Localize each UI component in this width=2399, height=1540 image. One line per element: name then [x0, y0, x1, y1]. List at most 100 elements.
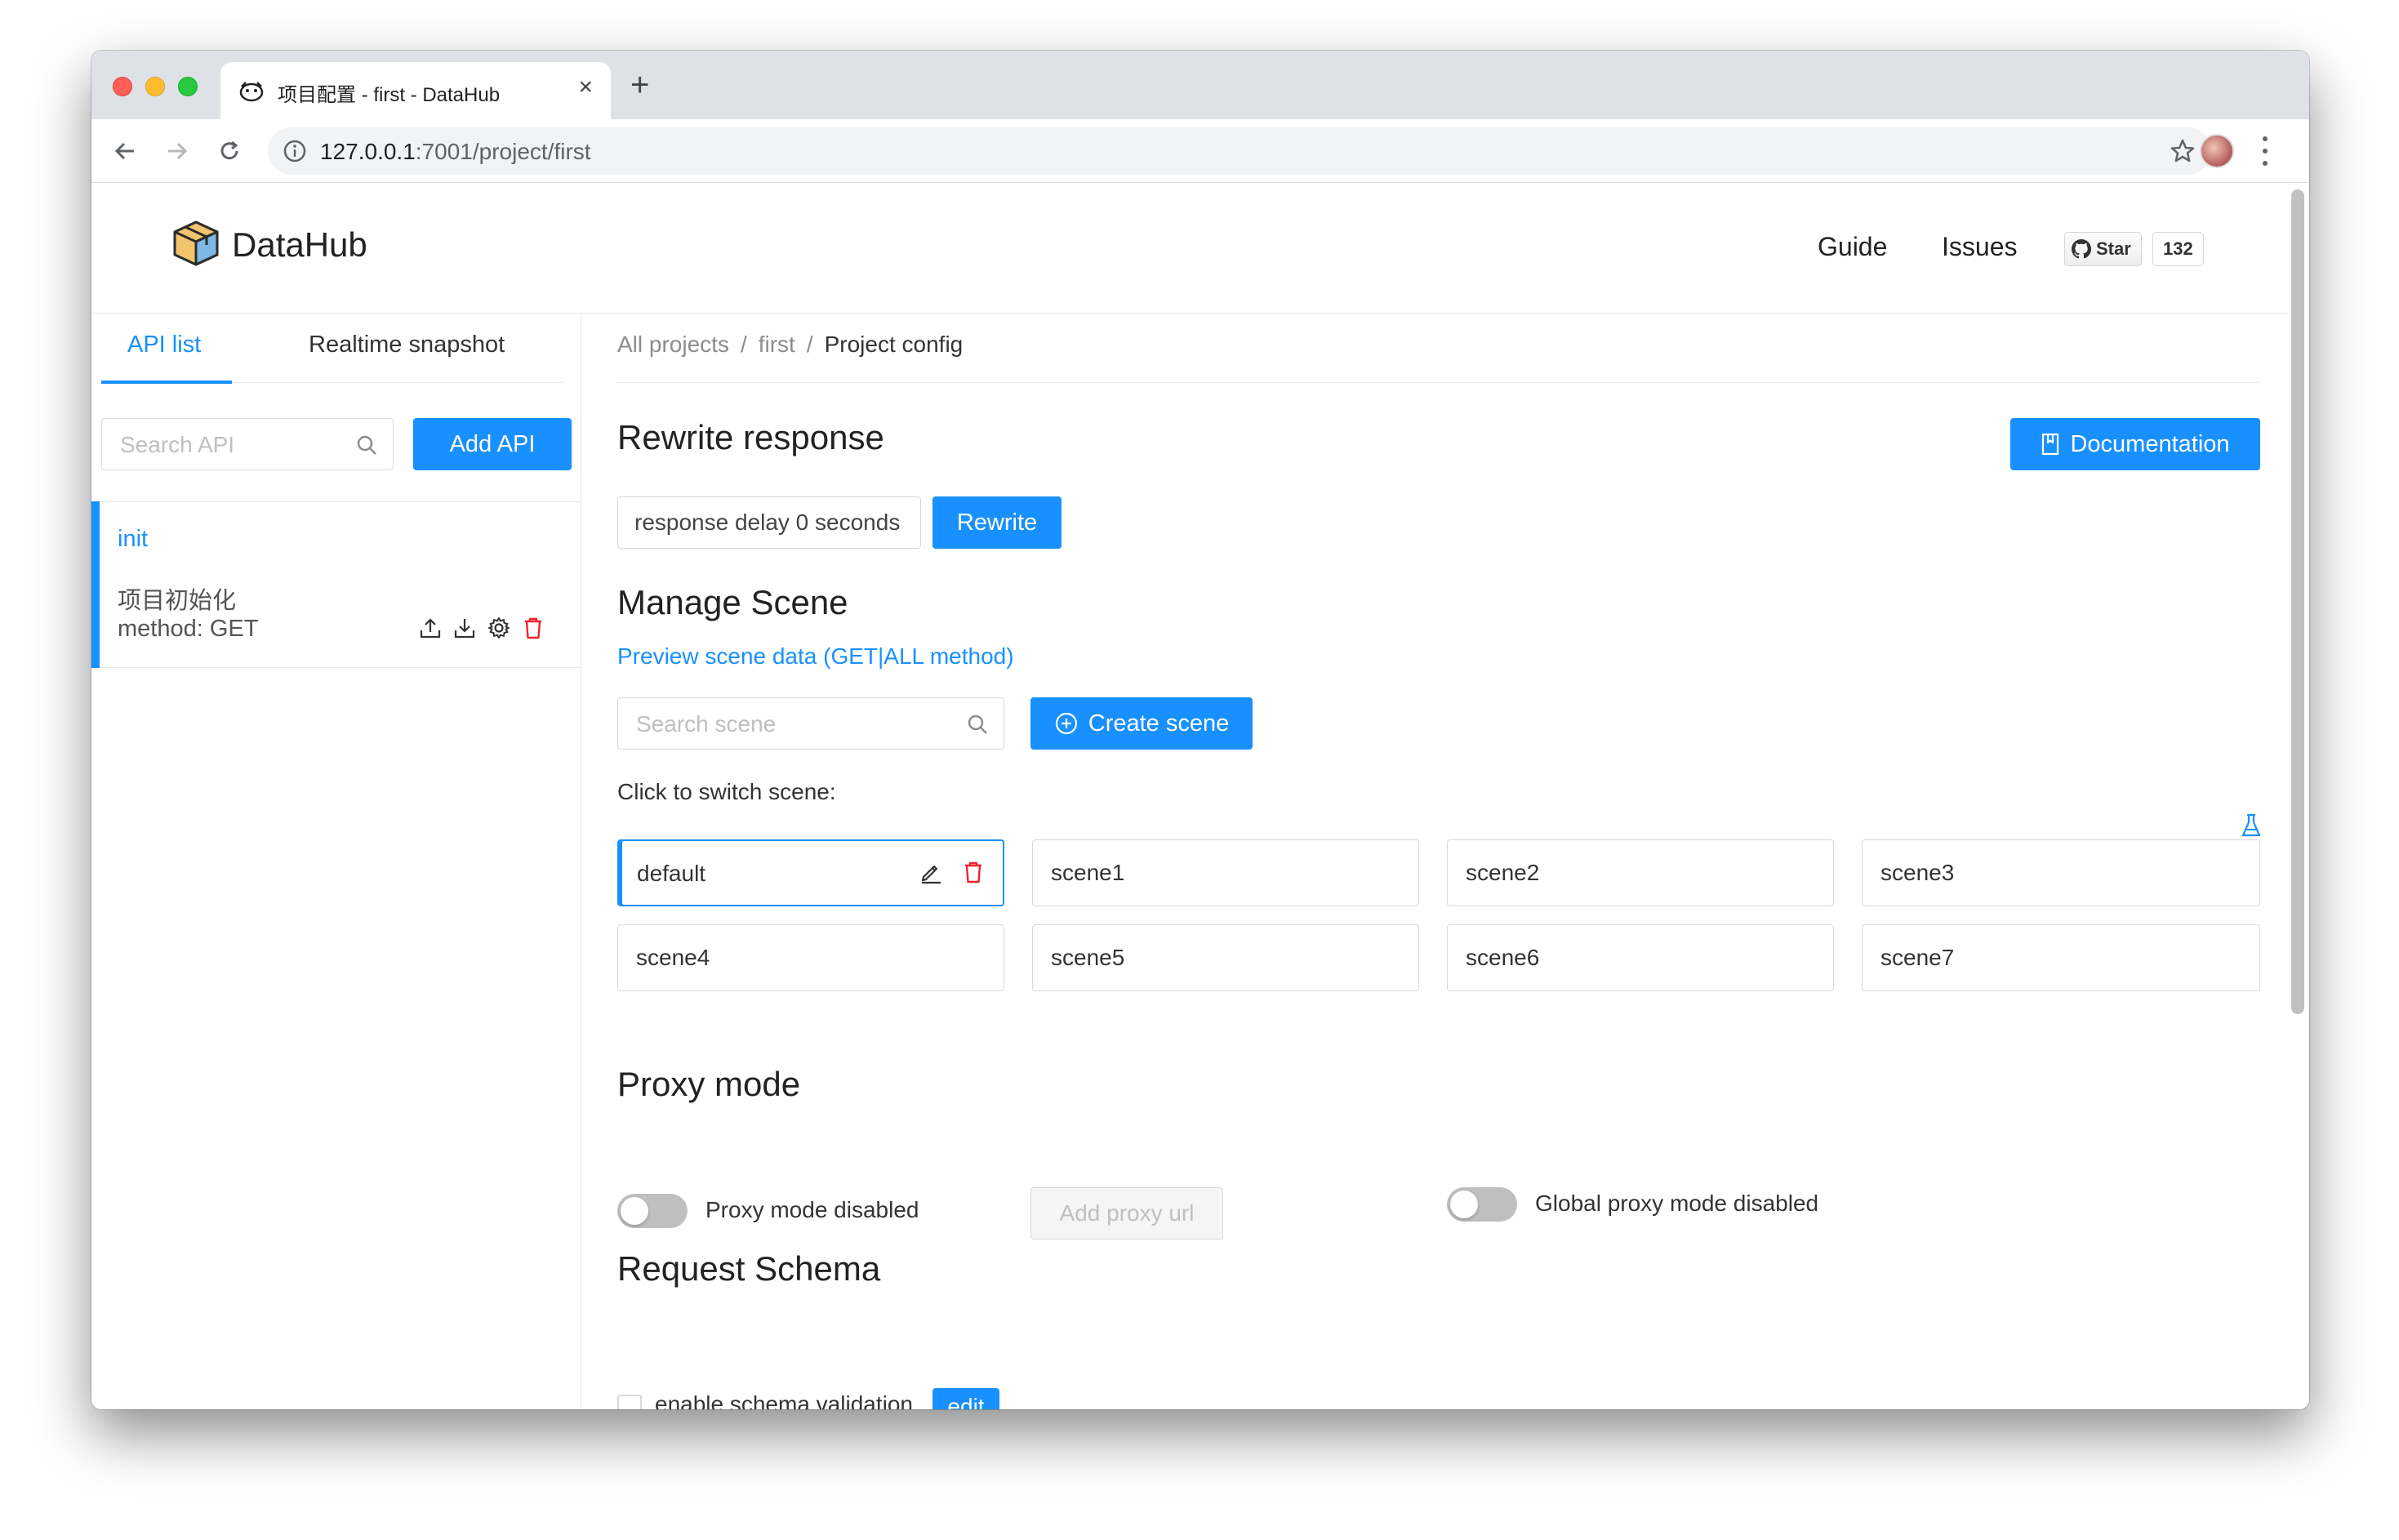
scene-card[interactable]: scene3: [1862, 839, 2260, 906]
add-proxy-url-button[interactable]: Add proxy url: [1030, 1187, 1223, 1240]
edit-pencil-icon[interactable]: [918, 859, 944, 885]
scene-name: scene3: [1880, 860, 1955, 885]
logo-text[interactable]: DataHub: [232, 225, 367, 265]
browser-tab-active[interactable]: 项目配置 - first - DataHub ×: [220, 62, 611, 119]
breadcrumb: All projects / first / Project config: [617, 332, 963, 358]
download-icon[interactable]: [451, 614, 478, 642]
flask-experiment-icon[interactable]: [2241, 813, 2262, 838]
scene-name: scene5: [1051, 945, 1125, 970]
search-scene-input[interactable]: Search scene: [617, 697, 1004, 750]
scene-card[interactable]: scene6: [1447, 924, 1834, 991]
api-actions: [416, 614, 547, 642]
scene-name: scene7: [1880, 945, 1955, 970]
browser-toolbar: 127.0.0.1:7001/project/first: [91, 119, 2309, 183]
address-bar[interactable]: 127.0.0.1:7001/project/first: [268, 127, 2211, 175]
tab-api-list[interactable]: API list: [127, 332, 201, 358]
api-method: method: GET: [118, 616, 259, 642]
page-content: DataHub Guide Issues Star 132 API list R…: [91, 183, 2309, 1409]
scene-card-default[interactable]: default: [617, 839, 1004, 906]
tab-title: 项目配置 - first - DataHub: [278, 84, 501, 106]
breadcrumb-separator: /: [740, 332, 747, 357]
delete-trash-icon[interactable]: [960, 859, 986, 885]
settings-gear-icon[interactable]: [485, 614, 513, 642]
global-proxy-toggle[interactable]: [1447, 1187, 1517, 1222]
scene-name: scene1: [1051, 860, 1125, 885]
tab-realtime-snapshot[interactable]: Realtime snapshot: [309, 332, 505, 358]
create-scene-label: Create scene: [1088, 710, 1230, 737]
plus-circle-icon: [1055, 712, 1077, 735]
documentation-label: Documentation: [2070, 430, 2230, 457]
breadcrumb-project[interactable]: first: [759, 332, 795, 357]
scene-card[interactable]: scene4: [617, 924, 1004, 991]
datahub-favicon-icon: [238, 78, 265, 105]
scene-name: scene6: [1466, 945, 1540, 970]
tab-close-icon[interactable]: ×: [578, 73, 593, 101]
preview-scene-link[interactable]: Preview scene data (GET|ALL method): [617, 643, 1014, 670]
maximize-window-button[interactable]: [178, 77, 198, 96]
search-icon[interactable]: [966, 713, 989, 736]
browser-menu-icon[interactable]: [2257, 132, 2273, 170]
scene-card[interactable]: scene2: [1447, 839, 1834, 906]
proxy-mode-label: Proxy mode disabled: [705, 1197, 919, 1222]
search-icon[interactable]: [355, 434, 378, 456]
scene-card[interactable]: scene5: [1032, 924, 1419, 991]
edit-schema-button[interactable]: edit: [932, 1388, 999, 1409]
manage-scene-title: Manage Scene: [617, 583, 848, 621]
site-info-icon[interactable]: [283, 139, 307, 163]
site-header: DataHub Guide Issues Star 132: [91, 183, 2288, 314]
browser-window: 项目配置 - first - DataHub × + 127.0.0.1:700…: [91, 51, 2309, 1409]
schema-validation-checkbox[interactable]: [617, 1395, 642, 1409]
nav-issues-link[interactable]: Issues: [1942, 232, 2017, 262]
back-arrow-icon[interactable]: [108, 134, 142, 168]
page-scrollbar[interactable]: [2291, 189, 2304, 1014]
proxy-mode-toggle[interactable]: [617, 1194, 688, 1228]
search-api-placeholder: Search API: [120, 432, 235, 457]
github-star-count[interactable]: 132: [2152, 232, 2204, 266]
github-icon: [2072, 239, 2091, 259]
github-star-label: Star: [2096, 238, 2131, 259]
nav-guide-link[interactable]: Guide: [1818, 232, 1887, 262]
documentation-button[interactable]: Documentation: [2010, 418, 2260, 470]
api-list-item[interactable]: init 项目初始化 method: GET: [91, 501, 581, 668]
scene-actions: [918, 859, 986, 885]
active-tab-indicator: [101, 381, 232, 384]
box-logo-icon[interactable]: [170, 217, 222, 269]
project-config-main: All projects / first / Project config Rewrit…: [617, 314, 2262, 1409]
api-path[interactable]: init: [118, 526, 148, 553]
request-schema-title: Request Schema: [617, 1249, 881, 1288]
delete-trash-icon[interactable]: [519, 614, 547, 642]
url-text: 127.0.0.1:7001/project/first: [320, 139, 591, 164]
scene-name: scene2: [1466, 860, 1540, 885]
selected-item-bar: [91, 501, 100, 668]
scene-card[interactable]: scene1: [1032, 839, 1419, 906]
rewrite-button[interactable]: Rewrite: [932, 496, 1062, 549]
scene-card[interactable]: scene7: [1862, 924, 2260, 991]
search-api-input[interactable]: Search API: [101, 418, 394, 470]
response-delay-input[interactable]: response delay 0 seconds: [617, 496, 921, 549]
minimize-window-button[interactable]: [145, 77, 165, 96]
switch-scene-hint: Click to switch scene:: [617, 779, 836, 804]
breadcrumb-separator: /: [806, 332, 813, 357]
book-icon: [2042, 433, 2059, 456]
schema-validation-label[interactable]: enable schema validation: [655, 1391, 913, 1409]
add-api-button[interactable]: Add API: [413, 418, 572, 470]
forward-arrow-icon[interactable]: [160, 134, 194, 168]
breadcrumb-current: Project config: [824, 332, 964, 357]
close-window-button[interactable]: [113, 77, 132, 96]
browser-tab-bar: 项目配置 - first - DataHub × +: [91, 51, 2309, 119]
rewrite-response-title: Rewrite response: [617, 418, 884, 456]
reload-icon[interactable]: [212, 134, 247, 168]
global-proxy-label: Global proxy mode disabled: [1535, 1191, 1819, 1216]
github-star-button[interactable]: Star: [2064, 232, 2142, 266]
api-description: 项目初始化: [118, 588, 237, 614]
breadcrumb-all-projects[interactable]: All projects: [617, 332, 729, 357]
upload-icon[interactable]: [416, 614, 444, 642]
scene-name: scene4: [636, 945, 710, 970]
bookmark-star-icon[interactable]: [2169, 137, 2196, 165]
create-scene-button[interactable]: Create scene: [1030, 697, 1253, 750]
scene-name: default: [637, 861, 706, 886]
breadcrumb-divider: [617, 382, 2260, 383]
new-tab-button[interactable]: +: [630, 67, 649, 104]
profile-avatar[interactable]: [2200, 134, 2234, 168]
api-sidebar: API list Realtime snapshot Search API Ad…: [91, 314, 581, 1409]
